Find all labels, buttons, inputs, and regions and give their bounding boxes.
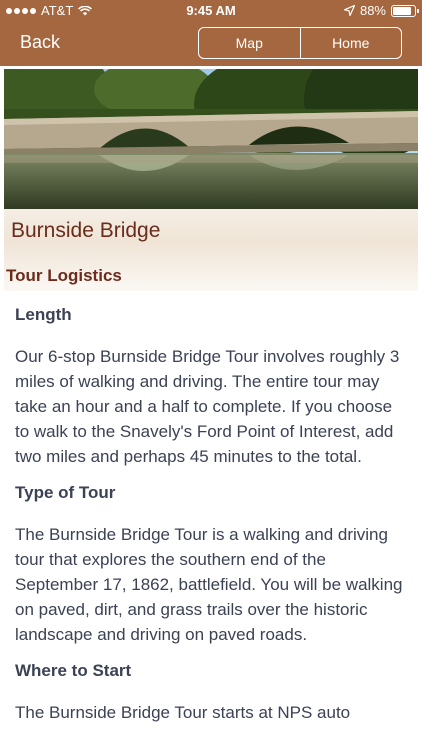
location-arrow-icon bbox=[343, 5, 355, 16]
section-body-length: Our 6-stop Burnside Bridge Tour involves… bbox=[15, 347, 400, 466]
section-body-start: The Burnside Bridge Tour starts at NPS a… bbox=[15, 703, 351, 722]
navigation-bar: Back Map Home bbox=[0, 22, 422, 66]
battery-icon bbox=[391, 4, 419, 17]
section-heading-start: Where to Start bbox=[15, 661, 132, 680]
segmented-control: Map Home bbox=[198, 27, 402, 59]
tour-content: Length Our 6-stop Burnside Bridge Tour i… bbox=[15, 305, 410, 739]
page-title: Burnside Bridge bbox=[11, 219, 161, 242]
bridge-photo bbox=[4, 69, 418, 209]
hero-image bbox=[4, 69, 418, 209]
status-right: 88% bbox=[343, 3, 419, 18]
section-body-type: The Burnside Bridge Tour is a walking an… bbox=[15, 525, 403, 644]
section-heading-type: Type of Tour bbox=[15, 483, 116, 502]
battery-percent: 88% bbox=[359, 3, 386, 18]
map-button[interactable]: Map bbox=[199, 28, 300, 58]
status-bar: AT&T 9:45 AM 88% bbox=[0, 0, 422, 22]
home-button[interactable]: Home bbox=[299, 28, 402, 58]
section-heading-length: Length bbox=[15, 305, 72, 324]
title-band: Burnside Bridge Tour Logistics bbox=[4, 209, 418, 291]
section-title: Tour Logistics bbox=[6, 266, 122, 285]
battery-level bbox=[393, 6, 412, 15]
back-button[interactable]: Back bbox=[20, 32, 60, 53]
